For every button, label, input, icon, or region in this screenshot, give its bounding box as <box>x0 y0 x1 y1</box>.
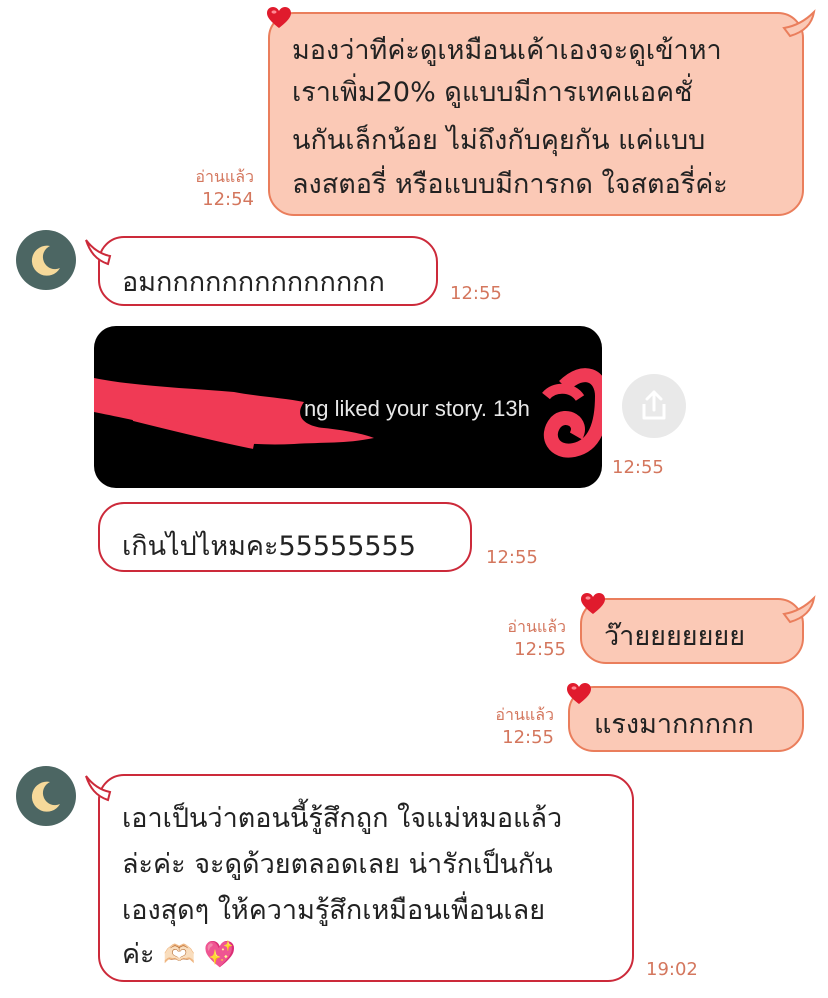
message-text: เราเพิ่ม20% ดูแบบมีการเทคแอคชั่ <box>292 77 693 108</box>
timestamp: 19:02 <box>646 959 698 980</box>
timestamp: 12:55 <box>514 639 566 660</box>
message-text: เอาเป็นว่าตอนนี้รู้สึกถูก ใจแม่หมอแล้ว <box>122 803 563 834</box>
read-receipt: อ่านแล้ว <box>507 617 566 636</box>
timestamp: 12:55 <box>502 727 554 748</box>
message-text: มองว่าทีค่ะดูเหมือนเค้าเองจะดูเข้าหา <box>292 35 722 66</box>
bubble-tail <box>782 9 816 38</box>
bubble-tail <box>782 595 816 624</box>
heart-icon <box>567 683 591 704</box>
message-text: ลงสตอรี่ หรือแบบมีการกด ใจสตอรี่ค่ะ <box>292 169 728 200</box>
message-text: ว๊ายยยยยยย <box>604 621 746 652</box>
timestamp: 12:55 <box>450 283 502 304</box>
message-text: เกินไปไหมคะ55555555 <box>122 531 416 562</box>
heart-icon <box>581 593 605 614</box>
message-text: อมกกกกกกกกกกกกกก <box>122 267 385 298</box>
heart-icon <box>267 7 291 28</box>
message-text-line: ค่ะ <box>122 939 155 970</box>
message-meta: อ่านแล้ว 12:55 <box>480 616 566 662</box>
bubble-tail <box>85 775 112 802</box>
message-text: ค่ะ 🫶🏻 💖 <box>122 936 236 974</box>
timestamp: 12:54 <box>202 189 254 210</box>
share-icon <box>642 390 666 420</box>
bubble-tail <box>85 239 112 266</box>
message-meta: 12:55 <box>486 546 538 570</box>
message-text: เองสุดๆ ให้ความรู้สึกเหมือนเพื่อนเลย <box>122 895 546 926</box>
message-meta: 19:02 <box>646 958 698 982</box>
share-button[interactable] <box>622 374 686 438</box>
message-meta: 12:55 <box>450 282 502 306</box>
avatar[interactable] <box>16 766 76 826</box>
emoji-group: 🫶🏻 💖 <box>163 940 237 970</box>
message-text: ล่ะค่ะ จะดูด้วยตลอดเลย น่ารักเป็นกัน <box>122 849 553 880</box>
avatar[interactable] <box>16 230 76 290</box>
image-caption: ng liked your story. 13h <box>304 396 530 421</box>
read-receipt: อ่านแล้ว <box>495 705 554 724</box>
read-receipt: อ่านแล้ว <box>195 167 254 186</box>
story-image[interactable]: ng liked your story. 13h <box>94 326 602 488</box>
message-text: แรงมากกกกก <box>594 709 754 740</box>
timestamp: 12:55 <box>486 547 538 568</box>
moon-icon <box>31 781 60 812</box>
message-text: นกันเล็กน้อย ไม่ถึงกับคุยกัน แค่แบบ <box>292 125 706 156</box>
message-meta: อ่านแล้ว 12:54 <box>168 166 254 212</box>
timestamp: 12:55 <box>612 457 664 478</box>
moon-icon <box>31 245 60 276</box>
message-meta: อ่านแล้ว 12:55 <box>468 704 554 750</box>
message-meta: 12:55 <box>612 456 664 480</box>
